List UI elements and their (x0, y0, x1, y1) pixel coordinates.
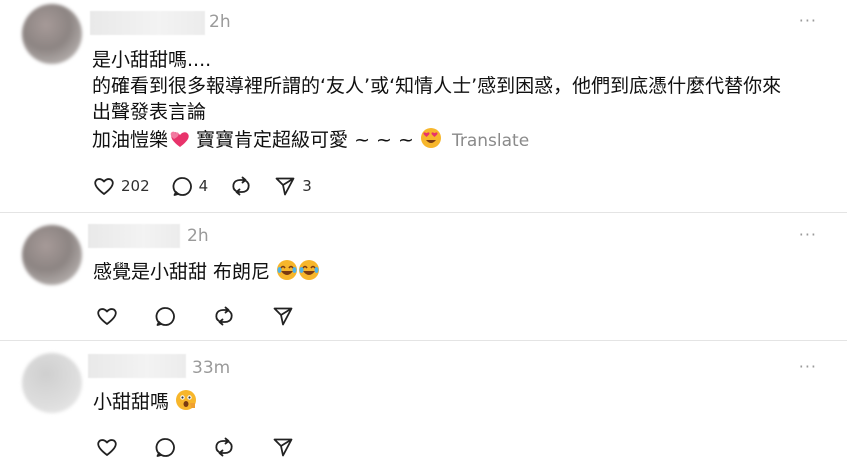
repost-icon (215, 437, 233, 457)
avatar[interactable] (22, 4, 82, 64)
post-line-1: 是小甜甜嗎.... (92, 49, 212, 71)
heart-icon (97, 308, 117, 325)
username[interactable] (88, 224, 180, 248)
post-text-content: 小甜甜嗎 (93, 391, 170, 413)
comment-button[interactable]: 4 (172, 176, 209, 197)
comment-count: 4 (198, 177, 209, 195)
comment-icon (172, 176, 192, 196)
comment-button[interactable] (155, 306, 176, 327)
username[interactable] (88, 354, 186, 378)
like-button[interactable]: 202 (93, 176, 150, 196)
post-actions (96, 436, 316, 458)
avatar[interactable] (22, 225, 82, 285)
more-icon[interactable]: ··· (799, 11, 817, 30)
avatar[interactable] (22, 353, 82, 413)
post-actions: 202 4 3 (93, 175, 334, 197)
repost-button[interactable] (230, 175, 252, 197)
username[interactable] (90, 11, 205, 35)
two-hearts-icon (168, 129, 190, 156)
repost-button[interactable] (213, 436, 235, 458)
shocked-face-emoji-icon (175, 389, 197, 418)
repost-icon (215, 306, 233, 326)
heart-icon (97, 439, 117, 456)
post-3: 33m ··· 小甜甜嗎 (0, 341, 847, 474)
post-2: 2h ··· 感覺是小甜甜 布朗尼 (0, 213, 847, 340)
post-text-content: 感覺是小甜甜 布朗尼 (93, 261, 271, 283)
like-button[interactable] (96, 306, 118, 326)
translate-link[interactable]: Translate (452, 131, 529, 151)
post-line-4: 加油愷樂 寶寶肯定超級可愛 ~ ~ ~ Translate (92, 127, 529, 156)
laughing-tears-emoji-icon (276, 259, 298, 288)
share-icon (273, 438, 293, 457)
share-icon (275, 177, 295, 196)
post-line-2: 的確看到很多報導裡所謂的‘友人’或‘知情人士’感到困惑，他們到底憑什麼代替你來 (92, 75, 782, 97)
post-1: 2h ··· 是小甜甜嗎.... 的確看到很多報導裡所謂的‘友人’或‘知情人士’… (0, 0, 847, 212)
comment-icon (155, 306, 175, 326)
share-button[interactable] (272, 436, 294, 458)
post-line-4-start: 加油愷樂 (92, 129, 169, 151)
share-icon (273, 307, 293, 326)
post-actions (96, 305, 316, 327)
comment-button[interactable] (155, 437, 176, 458)
laughing-tears-emoji-icon (298, 259, 320, 288)
more-icon[interactable]: ··· (799, 225, 817, 244)
share-count: 3 (302, 177, 312, 195)
heart-eyes-emoji-icon (420, 127, 442, 156)
timestamp: 2h (209, 12, 231, 32)
post-line-3: 出聲發表言論 (92, 101, 207, 123)
repost-icon (232, 176, 250, 196)
share-button[interactable] (272, 305, 294, 327)
comment-icon (155, 437, 175, 457)
timestamp: 2h (187, 226, 209, 246)
timestamp: 33m (192, 358, 231, 378)
like-button[interactable] (96, 437, 118, 457)
post-line-4-end: 寶寶肯定超級可愛 ~ ~ ~ (190, 129, 420, 151)
repost-button[interactable] (213, 305, 235, 327)
more-icon[interactable]: ··· (799, 357, 817, 376)
like-count: 202 (121, 177, 150, 195)
heart-icon (94, 178, 114, 195)
post-text: 小甜甜嗎 (93, 389, 197, 418)
post-text: 感覺是小甜甜 布朗尼 (93, 259, 320, 288)
share-button[interactable]: 3 (274, 175, 312, 197)
